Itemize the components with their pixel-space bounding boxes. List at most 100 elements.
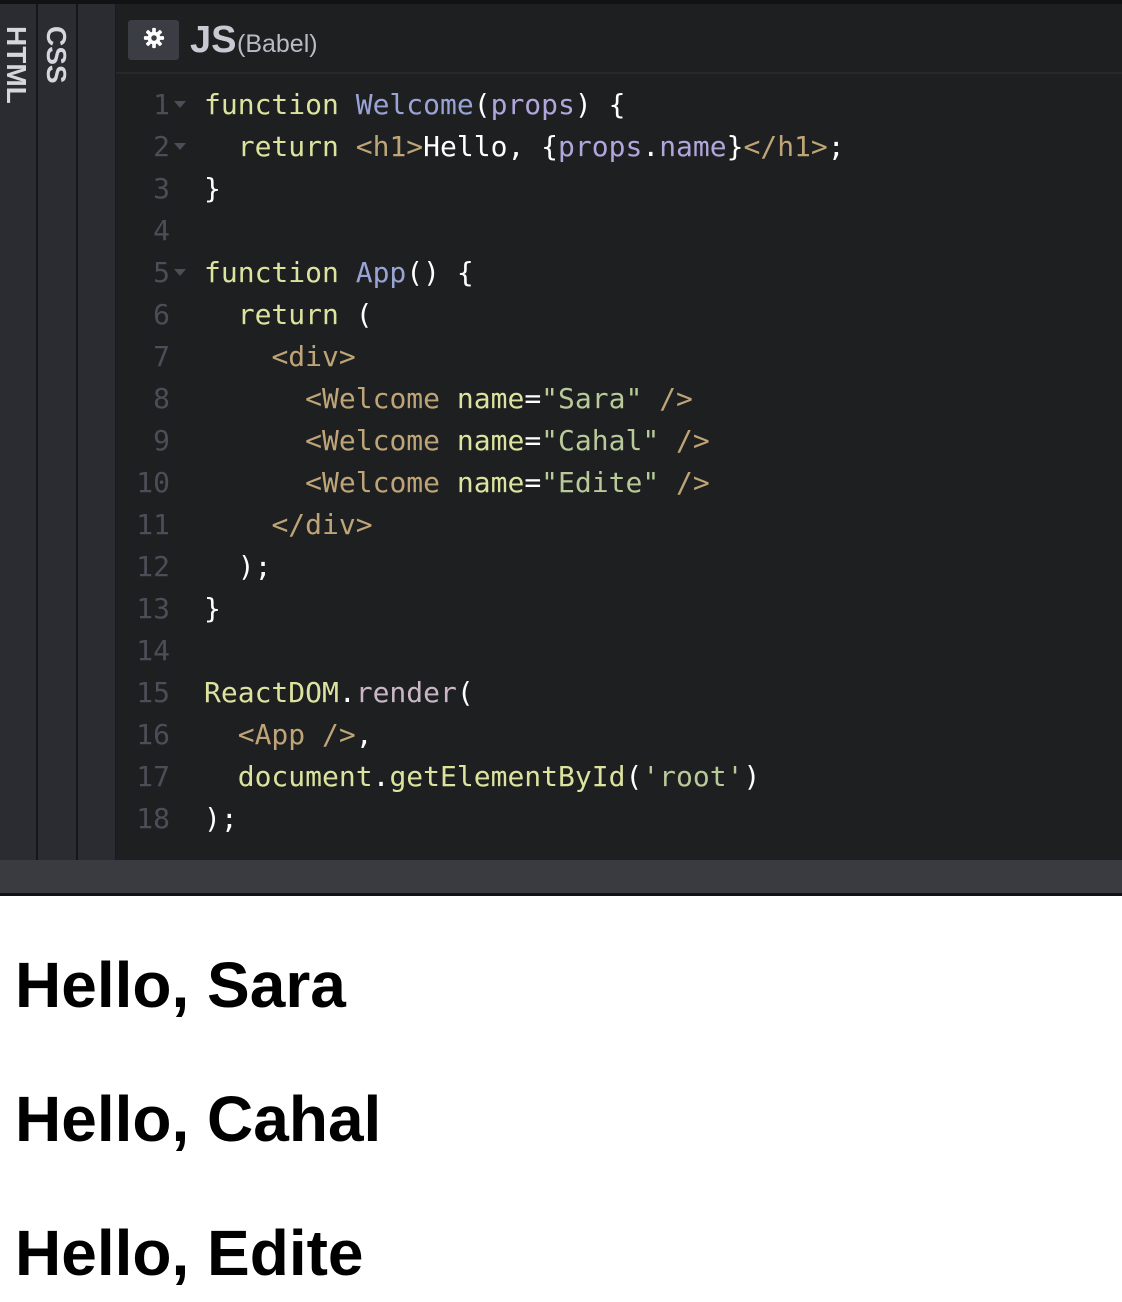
- code-text: <Welcome name="Cahal" />: [204, 420, 710, 462]
- code-line[interactable]: 4: [116, 210, 1122, 252]
- line-number: 16: [136, 718, 170, 751]
- code-line[interactable]: 7 <div>: [116, 336, 1122, 378]
- code-token: .: [372, 760, 390, 793]
- line-number: 14: [136, 634, 170, 667]
- html-panel-tab[interactable]: HTML: [0, 4, 38, 860]
- code-line[interactable]: 5 function App() {: [116, 252, 1122, 294]
- code-text: );: [204, 798, 238, 840]
- line-number: 7: [153, 340, 170, 373]
- greeting-heading: Hello, Edite: [15, 1217, 364, 1289]
- code-editor[interactable]: 1 function Welcome(props) {2 return <h1>H…: [116, 84, 1122, 840]
- greeting-heading: Hello, Sara: [15, 949, 346, 1021]
- code-line[interactable]: 6 return (: [116, 294, 1122, 336]
- code-token: (: [625, 760, 643, 793]
- editor-resize-bar[interactable]: [0, 860, 1122, 893]
- panel-divider: [78, 4, 116, 860]
- code-token: }: [204, 172, 221, 205]
- greeting-heading: Hello, Cahal: [15, 1083, 382, 1155]
- line-number: 5: [153, 256, 170, 289]
- code-token: () {: [406, 256, 474, 289]
- code-token: "Sara": [541, 382, 643, 415]
- line-number: 6: [153, 298, 170, 331]
- code-token: ): [743, 760, 761, 793]
- code-token: render: [355, 676, 457, 709]
- code-line[interactable]: 18);: [116, 798, 1122, 840]
- code-token: App: [355, 256, 407, 289]
- code-line[interactable]: 2 return <h1>Hello, {props.name}</h1>;: [116, 126, 1122, 168]
- code-token: Hello, {: [423, 130, 559, 163]
- line-number: 4: [153, 214, 170, 247]
- fold-arrow-icon[interactable]: [174, 269, 186, 276]
- css-panel-tab[interactable]: CSS: [38, 4, 78, 860]
- line-number: 18: [136, 802, 170, 835]
- line-number: 17: [136, 760, 170, 793]
- line-number: 15: [136, 676, 170, 709]
- fold-arrow-icon[interactable]: [174, 101, 186, 108]
- code-token: );: [204, 802, 238, 835]
- code-line[interactable]: 9 <Welcome name="Cahal" />: [116, 420, 1122, 462]
- code-line[interactable]: 15 ReactDOM.render(: [116, 672, 1122, 714]
- code-text: <div>: [204, 336, 356, 378]
- code-text: <App />,: [204, 714, 373, 756]
- fold-arrow-icon[interactable]: [174, 143, 186, 150]
- code-token: =: [524, 424, 542, 457]
- code-line[interactable]: 11 </div>: [116, 504, 1122, 546]
- code-text: ReactDOM.render(: [204, 672, 474, 714]
- code-line[interactable]: 1 function Welcome(props) {: [116, 84, 1122, 126]
- code-line[interactable]: 3}: [116, 168, 1122, 210]
- code-text: </div>: [204, 504, 372, 546]
- code-text: }: [204, 168, 221, 210]
- code-text: <Welcome name="Edite" />: [204, 462, 710, 504]
- code-token: ReactDOM: [204, 676, 339, 709]
- js-preprocessor-label: (Babel): [237, 30, 318, 58]
- gear-icon: [143, 27, 165, 53]
- code-text: function App() {: [204, 252, 474, 294]
- code-line[interactable]: 8 <Welcome name="Sara" />: [116, 378, 1122, 420]
- code-token: <Welcome: [305, 424, 441, 457]
- code-token: "Cahal": [541, 424, 660, 457]
- settings-button[interactable]: [128, 20, 179, 60]
- code-token: .: [642, 130, 660, 163]
- js-panel-title: JS: [190, 19, 237, 61]
- js-panel-header: JS (Babel): [116, 4, 1122, 74]
- code-token: 'root': [642, 760, 744, 793]
- code-line[interactable]: 13}: [116, 588, 1122, 630]
- code-token: <div>: [271, 340, 356, 373]
- line-number: 13: [136, 592, 170, 625]
- code-token: return: [237, 130, 339, 163]
- code-token: <h1>: [355, 130, 424, 163]
- code-text: <Welcome name="Sara" />: [204, 378, 693, 420]
- code-token: />: [659, 382, 693, 415]
- code-token: function: [204, 88, 339, 121]
- code-line[interactable]: 17 document.getElementById('root'): [116, 756, 1122, 798]
- code-line[interactable]: 12 );: [116, 546, 1122, 588]
- code-token: Welcome: [355, 88, 474, 121]
- line-number: 1: [153, 88, 170, 121]
- editor-area: HTML CSS JS (Babel) 1 function Welcome(p…: [0, 0, 1122, 896]
- result-preview: Hello, Sara Hello, Cahal Hello, Edite: [0, 896, 1122, 1302]
- code-line[interactable]: 14: [116, 630, 1122, 672]
- code-token: getElementById: [389, 760, 626, 793]
- code-token: ,: [355, 718, 373, 751]
- code-token: (: [338, 298, 373, 331]
- line-number: 9: [153, 424, 170, 457]
- code-text: return (: [204, 294, 373, 336]
- code-token: />: [676, 424, 710, 457]
- code-token: =: [524, 382, 542, 415]
- line-number: 12: [136, 550, 170, 583]
- code-line[interactable]: 10 <Welcome name="Edite" />: [116, 462, 1122, 504]
- code-line[interactable]: 16 <App />,: [116, 714, 1122, 756]
- code-token: />: [676, 466, 710, 499]
- line-number: 11: [136, 508, 170, 541]
